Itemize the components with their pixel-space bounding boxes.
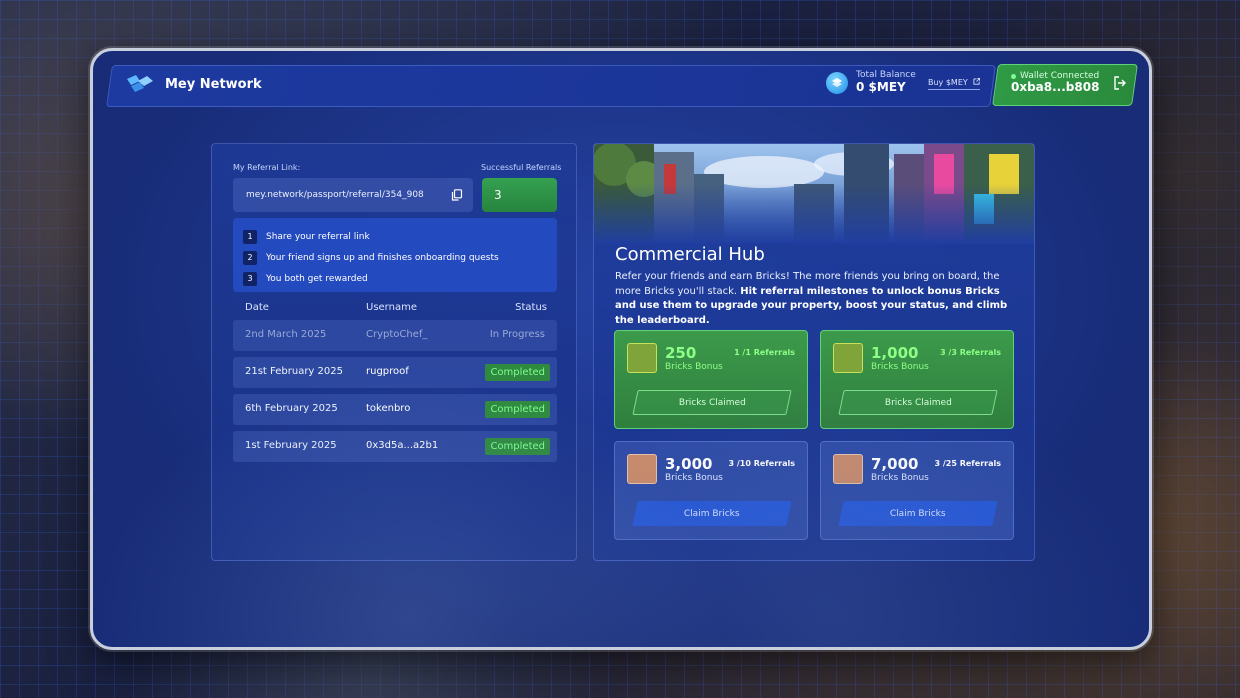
card-amount: 3,000 [665,455,713,473]
card-button-label: Claim Bricks [684,508,740,519]
column-username: Username [366,302,417,313]
connected-dot-icon [1011,73,1016,79]
referral-link-field[interactable]: mey.network/passport/referral/354_908 [233,178,473,212]
row-date: 1st February 2025 [245,440,337,451]
app-window: Mey Network Total Balance 0 $MEY Buy $ME… [90,48,1152,650]
table-row: 1st February 2025 0x3d5a...a2b1 Complete… [233,431,557,462]
step-text: Your friend signs up and finishes onboar… [266,252,499,263]
total-balance: Total Balance 0 $MEY [826,70,916,94]
status-badge: Completed [485,364,550,381]
card-amount: 250 [665,344,697,362]
step-text: You both get rewarded [266,273,368,284]
referral-panel: My Referral Link: Successful Referrals m… [211,143,577,561]
step-number: 2 [243,250,257,265]
row-date: 21st February 2025 [245,366,343,377]
status-badge: Completed [485,438,550,455]
bricks-claimed-button[interactable]: Bricks Claimed [632,390,792,415]
card-button-label: Bricks Claimed [884,397,952,408]
step-text: Share your referral link [266,231,370,242]
row-date: 6th February 2025 [245,403,338,414]
card-subtitle: Bricks Bonus [871,362,929,372]
mey-coin-icon [826,71,848,94]
step-item: 3 You both get rewarded [243,268,547,289]
logout-icon[interactable] [1113,76,1127,90]
table-row: 6th February 2025 tokenbro Completed [233,394,557,425]
successful-referrals-count: 3 [482,178,557,212]
claim-bricks-button[interactable]: Claim Bricks [838,501,998,526]
step-item: 1 Share your referral link [243,226,547,247]
column-status: Status [515,302,547,313]
milestone-card: 250 Bricks Bonus 1 /1 Referrals Bricks C… [614,330,808,429]
balance-value: 0 $MEY [856,79,906,94]
referral-link-label: My Referral Link: [233,163,301,172]
bricks-claimed-button[interactable]: Bricks Claimed [838,390,998,415]
external-link-icon [973,78,981,85]
mey-logo-icon [127,75,153,92]
brick-reward-icon [627,343,657,373]
referral-table-header: Date Username Status [233,302,557,318]
copy-icon[interactable] [451,189,463,201]
card-referrals: 3 /10 Referrals [728,459,795,468]
card-button-label: Claim Bricks [890,508,946,519]
milestone-card: 7,000 Bricks Bonus 3 /25 Referrals Claim… [820,441,1014,540]
hero-fade [594,184,1034,244]
status-badge: Completed [485,401,550,418]
buy-mey-label: Buy $MEY [928,78,968,87]
row-username: tokenbro [366,403,411,414]
hub-description: Refer your friends and earn Bricks! The … [615,270,1015,328]
card-button-label: Bricks Claimed [678,397,746,408]
column-date: Date [245,302,269,313]
milestone-card: 1,000 Bricks Bonus 3 /3 Referrals Bricks… [820,330,1014,429]
row-username: 0x3d5a...a2b1 [366,440,439,451]
step-number: 1 [243,229,257,244]
step-number: 3 [243,271,257,286]
row-date: 2nd March 2025 [245,329,327,340]
step-item: 2 Your friend signs up and finishes onbo… [243,247,547,268]
card-amount: 1,000 [871,344,919,362]
wallet-connected[interactable]: Wallet Connected 0xba8...b808 [1011,71,1127,95]
brick-reward-icon [833,343,863,373]
hub-title: Commercial Hub [615,244,765,265]
successful-referrals-label: Successful Referrals [481,163,562,172]
brick-reward-icon [833,454,863,484]
table-row: 21st February 2025 rugproof Completed [233,357,557,388]
milestone-card: 3,000 Bricks Bonus 3 /10 Referrals Claim… [614,441,808,540]
card-referrals: 3 /25 Referrals [934,459,1001,468]
card-referrals: 3 /3 Referrals [940,348,1001,357]
card-subtitle: Bricks Bonus [665,473,723,483]
table-row: 2nd March 2025 CryptoChef_ In Progress [233,320,557,351]
referral-steps: 1 Share your referral link 2 Your friend… [233,218,557,292]
brand[interactable]: Mey Network [125,73,262,95]
row-username: rugproof [366,366,409,377]
buy-mey-link[interactable]: Buy $MEY [928,78,981,90]
card-subtitle: Bricks Bonus [665,362,723,372]
card-subtitle: Bricks Bonus [871,473,929,483]
row-status: In Progress [489,329,545,340]
card-amount: 7,000 [871,455,919,473]
wallet-address: 0xba8...b808 [1011,80,1100,95]
brand-name: Mey Network [165,76,262,92]
commercial-hub-panel: Commercial Hub Refer your friends and ea… [593,143,1035,561]
row-username: CryptoChef_ [366,329,428,340]
referral-link-value: mey.network/passport/referral/354_908 [246,190,424,200]
card-referrals: 1 /1 Referrals [734,348,795,357]
brick-reward-icon [627,454,657,484]
claim-bricks-button[interactable]: Claim Bricks [632,501,792,526]
